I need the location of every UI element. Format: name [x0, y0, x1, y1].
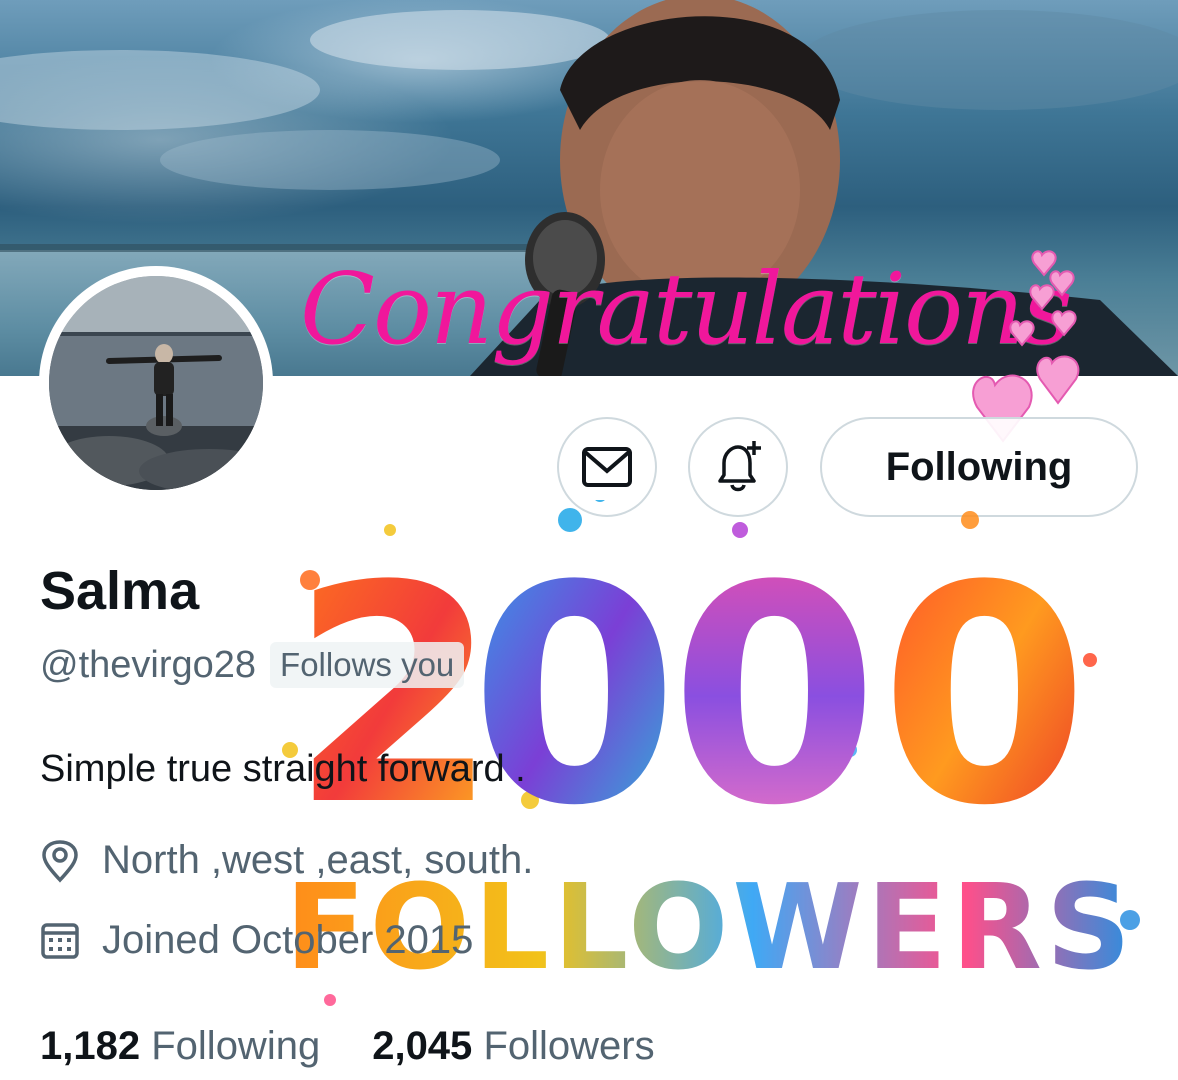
bell-plus-icon: [718, 441, 761, 492]
profile-bio: Simple true straight forward .: [40, 748, 526, 790]
profile-stats: 1,182 Following 2,045 Followers: [40, 1018, 707, 1074]
location-text: North ,west ,east, south.: [102, 838, 534, 882]
following-stat-label: Following: [151, 1024, 321, 1068]
follows-you-badge: Follows you: [270, 642, 465, 688]
envelope-icon: [582, 447, 632, 487]
handle-row: @thevirgo28 Follows you: [40, 640, 465, 690]
following-stat-link[interactable]: 1,182 Following: [40, 1018, 320, 1074]
map-pin-icon: [42, 839, 78, 883]
profile-location: North ,west ,east, south.: [40, 838, 533, 883]
graphic-digit-0c: 0: [880, 522, 1089, 871]
profile-name: Salma: [40, 561, 200, 621]
avatar-photo: [49, 276, 263, 490]
followers-count: 2,045: [372, 1024, 473, 1068]
congratulations-text: Congratulations: [300, 253, 1073, 367]
hearts-decoration: [972, 250, 1080, 443]
graphic-digit-2: 2: [290, 522, 499, 871]
avatar[interactable]: [39, 266, 273, 500]
followers-stat-link[interactable]: 2,045 Followers: [372, 1018, 654, 1074]
followers-stat-label: Followers: [483, 1024, 655, 1068]
following-count: 1,182: [40, 1024, 141, 1068]
calendar-icon: [41, 922, 79, 959]
profile-joined: Joined October 2015: [40, 918, 473, 963]
graphic-digit-0a: 0: [470, 522, 679, 871]
joined-text: Joined October 2015: [102, 918, 474, 962]
profile-handle: @thevirgo28: [40, 643, 257, 686]
graphic-digit-0b: 0: [670, 522, 879, 871]
